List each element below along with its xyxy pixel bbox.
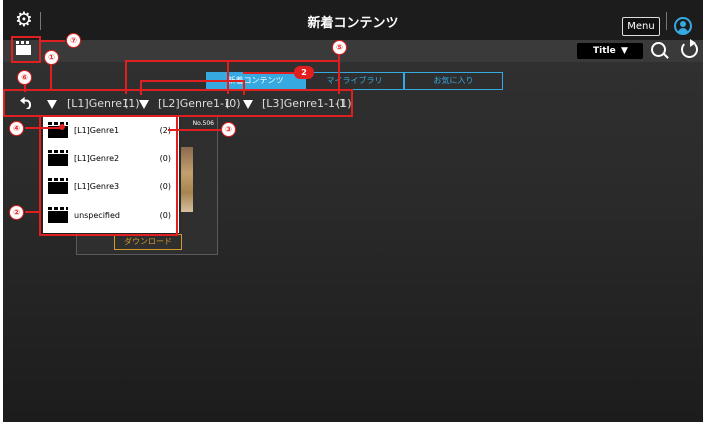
download-button[interactable]: ダウンロード [114, 234, 182, 250]
app-window: ⚙ 新着コンテンツ Menu Title ▼ 新着コンテンツ マイライブラリ お… [3, 0, 703, 422]
annotation-number-7: ⑦ [66, 33, 81, 48]
content-type-icon[interactable] [16, 41, 31, 55]
tab-favorites[interactable]: お気に入り [404, 72, 503, 90]
genre-label: [L1]Genre2 [74, 154, 120, 163]
genre-count: (0) [159, 154, 171, 163]
breadcrumb: [L1]Genre1 (1) [L2]Genre1-1 (0) [L3]Genr… [15, 92, 630, 116]
folder-icon [48, 150, 68, 166]
breadcrumb-item-3[interactable]: [L3]Genre1-1-1 [262, 97, 346, 110]
genre-label: [L1]Genre1 [74, 126, 120, 135]
genre-dropdown: [L1]Genre1 (2) [L1]Genre2 (0) [L1]Genre3… [43, 115, 179, 233]
annotation-number-5: ⑤ [332, 40, 347, 55]
sort-label: Title [593, 46, 616, 56]
tab-bar: 新着コンテンツ マイライブラリ お気に入り [206, 72, 503, 90]
annotation-number-1: ① [44, 50, 59, 65]
annotation-number-3: ③ [221, 122, 236, 137]
breadcrumb-count-2: (0) [225, 97, 241, 110]
folder-icon [48, 122, 68, 138]
content-number: No.506 [192, 120, 214, 127]
list-item[interactable]: unspecified (0) [43, 202, 179, 230]
genre-count: (2) [159, 126, 171, 135]
genre-label: [L1]Genre3 [74, 182, 120, 191]
genre-count: (0) [159, 182, 171, 191]
annotation-badge-2: 2 [294, 66, 314, 79]
breadcrumb-count-1: (1) [124, 97, 140, 110]
breadcrumb-dropdown-2[interactable] [139, 100, 149, 109]
list-item[interactable]: [L1]Genre1 (2) [43, 117, 179, 145]
breadcrumb-dropdown-3[interactable] [243, 100, 253, 109]
breadcrumb-item-1[interactable]: [L1]Genre1 [67, 97, 129, 110]
menu-button[interactable]: Menu [622, 17, 660, 36]
list-item[interactable]: [L1]Genre2 (0) [43, 145, 179, 173]
back-icon[interactable] [20, 96, 33, 109]
annotation-number-6: ⑥ [17, 70, 32, 85]
page-title: 新着コンテンツ [307, 16, 399, 31]
sort-select[interactable]: Title ▼ [577, 43, 643, 59]
breadcrumb-dropdown-1[interactable] [47, 100, 57, 109]
tab-new-contents[interactable]: 新着コンテンツ [206, 72, 305, 90]
tab-my-library[interactable]: マイライブラリ [305, 72, 404, 90]
genre-label: unspecified [74, 211, 120, 220]
search-icon[interactable] [651, 42, 666, 57]
content-thumbnail [181, 147, 193, 212]
divider [666, 12, 667, 30]
list-item[interactable]: [L1]Genre3 (0) [43, 173, 179, 201]
annotation-number-4: ④ [9, 121, 24, 136]
refresh-icon[interactable] [681, 39, 698, 58]
folder-icon [48, 178, 68, 194]
user-icon[interactable] [674, 17, 692, 35]
top-bar: ⚙ 新着コンテンツ Menu [3, 0, 703, 40]
genre-count: (0) [159, 211, 171, 220]
folder-icon [48, 207, 68, 223]
breadcrumb-item-2[interactable]: [L2]Genre1-1 [158, 97, 231, 110]
chevron-down-icon: ▼ [621, 46, 628, 56]
annotation-number-2: ② [9, 205, 24, 220]
breadcrumb-count-3: (1) [336, 97, 352, 110]
